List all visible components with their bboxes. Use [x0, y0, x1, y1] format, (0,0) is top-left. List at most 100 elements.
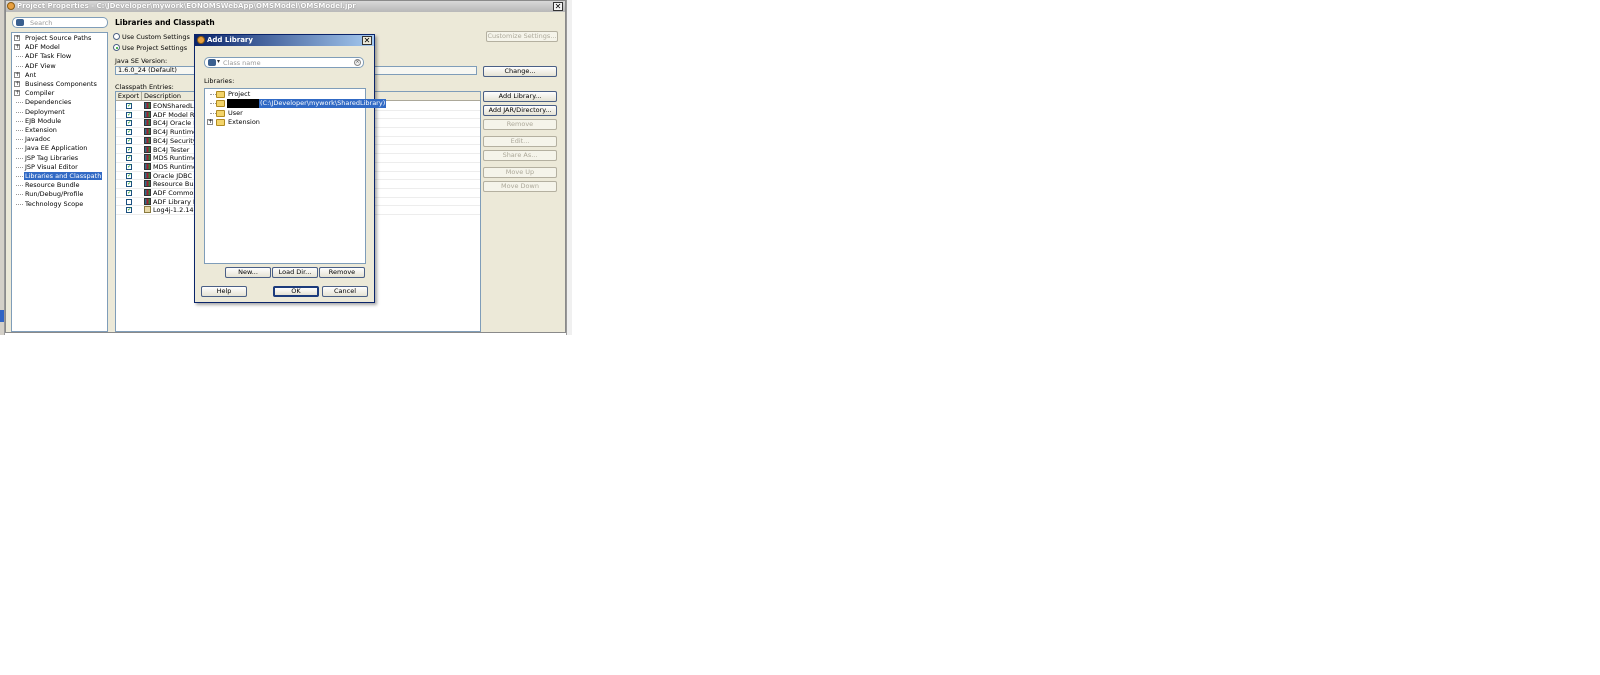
expand-icon[interactable]: +	[14, 35, 20, 41]
tree-item-label: Extension	[25, 126, 57, 134]
expand-icon[interactable]: +	[14, 71, 20, 78]
window-close-button[interactable]: ✕	[553, 2, 563, 11]
expand-icon[interactable]: +	[14, 90, 20, 97]
export-checkbox[interactable]: ✓	[126, 190, 132, 196]
jdeveloper-icon	[7, 2, 15, 10]
tree-item-label: JSP Visual Editor	[25, 162, 78, 171]
entry-description: ADF Model Runtime	[153, 110, 196, 119]
tree-connector	[16, 111, 23, 113]
library-tree-label: User	[228, 108, 243, 117]
jar-file-icon	[144, 206, 151, 214]
export-checkbox[interactable]: ✓	[126, 163, 132, 170]
library-icon	[144, 171, 151, 179]
expand-icon[interactable]: +	[14, 81, 20, 87]
tree-item-label: ADF Task Flow	[25, 52, 72, 61]
entry-description: BC4J Security	[153, 136, 196, 145]
library-icon	[144, 180, 151, 188]
tree-item-label: Ant	[25, 70, 37, 79]
tree-item-label: Deployment	[25, 107, 65, 116]
entry-description: EONSharedLib.jar	[153, 102, 196, 110]
use-custom-settings-radio[interactable]	[113, 33, 120, 40]
col-description[interactable]: Description	[144, 92, 181, 101]
use-custom-settings-label[interactable]: Use Custom Settings	[122, 33, 190, 41]
libraries-label: Libraries:	[204, 77, 235, 85]
search-input[interactable]: Search	[12, 17, 108, 28]
classpath-entries-label: Classpath Entries:	[115, 83, 174, 91]
tree-item-label: EJB Module	[25, 116, 62, 125]
tree-connector	[16, 176, 23, 177]
folder-icon	[216, 118, 225, 126]
add-jar-directory-button[interactable]: Add JAR/Directory...	[483, 105, 557, 116]
customize-settings-button[interactable]: Customize Settings...	[486, 31, 558, 42]
library-icon	[144, 162, 151, 170]
export-checkbox[interactable]: ✓	[126, 103, 132, 109]
window-titlebar[interactable]: Project Properties - C:\JDeveloper\mywor…	[6, 1, 565, 12]
expand-icon[interactable]: +	[207, 119, 213, 126]
class-name-search-input[interactable]: ▾ Class name ×	[204, 57, 364, 68]
export-checkbox[interactable]: ✓	[126, 181, 132, 188]
export-checkbox[interactable]	[126, 198, 132, 205]
new-library-button[interactable]: New...	[225, 267, 271, 278]
library-tree-label: Project	[228, 90, 251, 98]
ok-button[interactable]: OK	[273, 286, 319, 297]
tree-item-label: Project Source Paths	[25, 34, 92, 42]
library-icon	[144, 110, 151, 118]
change-button[interactable]: Change...	[483, 66, 557, 77]
window-title: Project Properties - C:\JDeveloper\mywor…	[17, 2, 356, 10]
export-checkbox[interactable]: ✓	[126, 155, 132, 162]
tree-connector	[16, 139, 23, 141]
export-checkbox[interactable]: ✓	[126, 129, 132, 136]
export-checkbox[interactable]: ✓	[126, 111, 132, 118]
tree-connector	[16, 56, 23, 58]
entry-description: Resource Bundle Support	[153, 180, 196, 189]
add-library-dialog: Add Library ✕ ▾ Class name × Libraries: …	[194, 34, 387, 303]
folder-icon	[216, 109, 225, 117]
move-up-button[interactable]: Move Up	[483, 167, 557, 178]
load-dir-button[interactable]: Load Dir...	[272, 267, 318, 278]
tree-item-label: Dependencies	[25, 98, 72, 107]
tree-item-label: JSP Tag Libraries	[25, 153, 79, 162]
move-down-button[interactable]: Move Down	[483, 181, 557, 192]
use-project-settings-label[interactable]: Use Project Settings	[122, 44, 187, 52]
dialog-titlebar[interactable]: Add Library	[195, 35, 374, 46]
tree-connector	[16, 148, 23, 150]
chevron-down-icon[interactable]: ▾	[217, 58, 220, 65]
clear-search-icon[interactable]: ×	[354, 59, 361, 66]
add-library-button[interactable]: Add Library...	[483, 91, 557, 102]
entry-description: BC4J Runtime	[153, 128, 196, 137]
tree-item-label: Resource Bundle	[25, 181, 80, 190]
use-project-settings-radio[interactable]	[113, 44, 120, 51]
library-tree-label: Extension	[228, 117, 260, 126]
tree-connector	[16, 185, 23, 187]
tree-item-label: Compiler	[25, 89, 55, 98]
library-icon	[144, 102, 151, 109]
library-icon	[144, 197, 151, 205]
export-checkbox[interactable]: ✓	[126, 120, 132, 127]
entry-description: MDS Runtime Dependencies	[153, 162, 196, 171]
help-button[interactable]: Help	[201, 286, 247, 297]
share-as-button[interactable]: Share As...	[483, 150, 557, 161]
tree-item-label: Business Components	[25, 80, 97, 88]
entry-description: ADF Library Dependencies	[153, 197, 196, 206]
library-icon	[144, 154, 151, 162]
col-export[interactable]: Export	[116, 92, 142, 101]
export-checkbox[interactable]: ✓	[126, 146, 132, 153]
cancel-button[interactable]: Cancel	[322, 286, 368, 297]
entry-description: Oracle JDBC	[153, 171, 193, 180]
java-se-version-label: Java SE Version:	[115, 57, 168, 65]
remove-library-button[interactable]: Remove	[319, 267, 365, 278]
library-tree-label: (C:\JDeveloper\mywork\SharedLibrary)	[259, 99, 387, 109]
remove-button[interactable]: Remove	[483, 119, 557, 130]
dialog-close-button[interactable]: ✕	[362, 36, 372, 45]
edit-button[interactable]: Edit...	[483, 136, 557, 147]
export-checkbox[interactable]: ✓	[126, 207, 132, 214]
export-checkbox[interactable]: ✓	[126, 172, 132, 179]
tree-connector	[16, 120, 23, 122]
tree-connector	[16, 130, 23, 131]
tree-connector	[16, 203, 23, 205]
expand-icon[interactable]: +	[14, 44, 20, 51]
tree-connector	[16, 166, 23, 168]
library-icon	[144, 145, 151, 153]
export-checkbox[interactable]: ✓	[126, 137, 132, 144]
entry-description: BC4J Oracle Domains	[153, 119, 196, 128]
